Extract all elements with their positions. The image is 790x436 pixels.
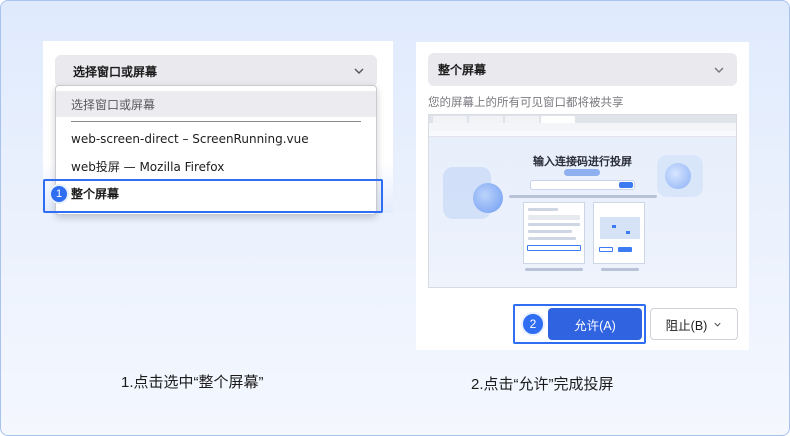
step2-caption: 2.点击“允许”完成投屏 [471, 376, 614, 393]
dropdown-option-firefox[interactable]: web投屏 — Mozilla Firefox [56, 153, 376, 179]
step2-number-badge: 2 [521, 312, 545, 336]
preview-address-bar [429, 123, 736, 137]
dropdown-option-vscode[interactable]: web-screen-direct – ScreenRunning.vue [56, 126, 376, 152]
preview-highlight [527, 245, 581, 251]
dropdown-placeholder[interactable]: 选择窗口或屏幕 [56, 91, 376, 117]
block-button-label: 阻止(B) [665, 318, 708, 333]
preview-tab [469, 116, 503, 123]
preview-step-box-1 [523, 202, 585, 264]
dropdown-option-label: web-screen-direct – ScreenRunning.vue [71, 132, 309, 146]
preview-map-image [600, 217, 640, 239]
screen-preview-thumbnail: 输入连接码进行投屏 [428, 114, 737, 288]
instruction-panel: 选择窗口或屏幕 选择窗口或屏幕 web-screen-direct – Scre… [0, 0, 790, 436]
chevron-down-icon [714, 322, 721, 327]
source-select-header[interactable]: 整个屏幕 [428, 53, 737, 86]
preview-input-button [619, 182, 633, 188]
step1-caption: 1.点击选中“整个屏幕” [121, 374, 264, 391]
preview-footer-line [525, 268, 583, 271]
block-button[interactable]: 阻止(B) [650, 308, 738, 340]
step1-highlight-box [43, 179, 383, 213]
preview-map-dot [612, 225, 616, 228]
window-select-header[interactable]: 选择窗口或屏幕 [55, 55, 377, 87]
preview-text-line [528, 208, 558, 211]
preview-text-line [528, 215, 580, 220]
dropdown-option-label: web投屏 — Mozilla Firefox [71, 159, 225, 174]
preview-tab [505, 116, 539, 123]
preview-tab-active [541, 116, 575, 123]
preview-mini-button [618, 247, 632, 252]
chevron-down-icon [714, 67, 724, 73]
allow-button[interactable]: 允许(A) [548, 308, 642, 340]
preview-subtitle-line [509, 195, 657, 198]
dropdown-placeholder-label: 选择窗口或屏幕 [71, 97, 156, 112]
preview-page-title: 输入连接码进行投屏 [533, 155, 632, 168]
source-select-label: 整个屏幕 [438, 63, 487, 77]
dropdown-divider [71, 121, 361, 122]
preview-text-line [528, 237, 576, 240]
window-select-label: 选择窗口或屏幕 [73, 64, 158, 79]
preview-pill [564, 169, 600, 176]
share-warning-text: 您的屏幕上的所有可见窗口都将被共享 [428, 95, 624, 109]
preview-tab-strip [429, 115, 736, 123]
preview-tab [433, 116, 467, 123]
preview-code-input [530, 180, 635, 190]
preview-map-dot [626, 231, 630, 234]
preview-decoration-orb [473, 183, 503, 213]
step1-number-badge: 1 [49, 184, 69, 204]
preview-step-box-2 [593, 202, 645, 264]
preview-mini-button [599, 247, 613, 252]
preview-text-line [528, 230, 572, 233]
preview-footer-line [601, 268, 639, 271]
preview-text-line [528, 223, 580, 226]
chevron-down-icon [354, 68, 364, 74]
preview-bookmarks-bar [429, 131, 736, 137]
